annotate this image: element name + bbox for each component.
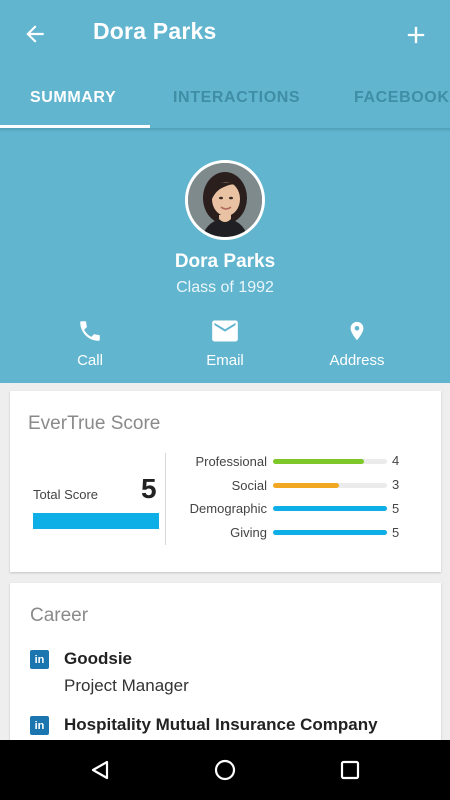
metric-fill-professional [273,459,365,464]
tab-interactions[interactable]: INTERACTIONS [173,89,300,107]
metric-value-giving: 5 [392,525,400,540]
metric-fill-demographic [273,506,387,511]
avatar[interactable] [185,160,265,240]
linkedin-icon[interactable]: in [30,716,49,735]
call-label: Call [77,352,103,369]
system-back-button[interactable] [80,754,120,786]
plus-icon [407,26,425,44]
tab-summary[interactable]: SUMMARY [30,89,116,107]
avatar-photo [188,163,262,237]
metric-track-demographic [273,506,387,511]
address-action[interactable]: Address [302,316,412,376]
metric-value-social: 3 [392,477,400,492]
arrow-left-icon [26,25,44,43]
metric-fill-social [273,483,340,488]
map-pin-icon [350,321,364,341]
metric-label-social: Social [231,478,267,493]
tab-bar: SUMMARY INTERACTIONS FACEBOOK [0,66,450,130]
metric-label-demographic: Demographic [189,501,267,516]
evertrue-score-card[interactable]: EverTrue Score Total Score 5 Professiona… [10,391,441,572]
career-company[interactable]: Hospitality Mutual Insurance Company [64,715,378,735]
page-title: Dora Parks [93,18,217,44]
phone-icon [80,321,100,341]
metric-label-professional: Professional [195,454,267,469]
system-recents-button[interactable] [330,754,370,786]
email-label: Email [206,352,244,369]
email-action[interactable]: Email [170,316,280,376]
career-company[interactable]: Goodsie [64,649,132,669]
total-score-bar [33,513,159,529]
email-icon [212,320,238,342]
career-card: Career in Goodsie Project Manager in Hos… [10,583,441,743]
metric-track-giving [273,530,387,535]
career-card-title: Career [30,605,89,626]
add-button[interactable] [396,16,436,54]
tab-facebook[interactable]: FACEBOOK [354,89,449,107]
total-score-label: Total Score [33,487,99,502]
back-triangle-icon [91,760,109,780]
linkedin-icon[interactable]: in [30,650,49,669]
tab-shadow [0,128,450,132]
metric-value-demographic: 5 [392,501,400,516]
back-button[interactable] [14,16,56,52]
app-bar: Dora Parks [0,0,450,66]
metric-value-professional: 4 [392,453,400,468]
profile-header: Dora Parks Class of 1992 Call Email Addr… [0,130,450,383]
address-label: Address [329,352,385,369]
recents-square-icon [340,760,360,780]
career-role: Project Manager [64,676,189,695]
home-circle-icon [214,759,236,781]
score-card-title: EverTrue Score [28,413,161,434]
class-year: Class of 1992 [176,279,274,296]
metric-fill-giving [273,530,387,535]
system-home-button[interactable] [205,754,245,786]
system-nav-bar [0,740,450,800]
profile-name: Dora Parks [174,251,276,272]
call-action[interactable]: Call [35,316,145,376]
metric-label-giving: Giving [230,525,267,540]
metric-track-social [273,483,387,488]
metric-track-professional [273,459,387,464]
